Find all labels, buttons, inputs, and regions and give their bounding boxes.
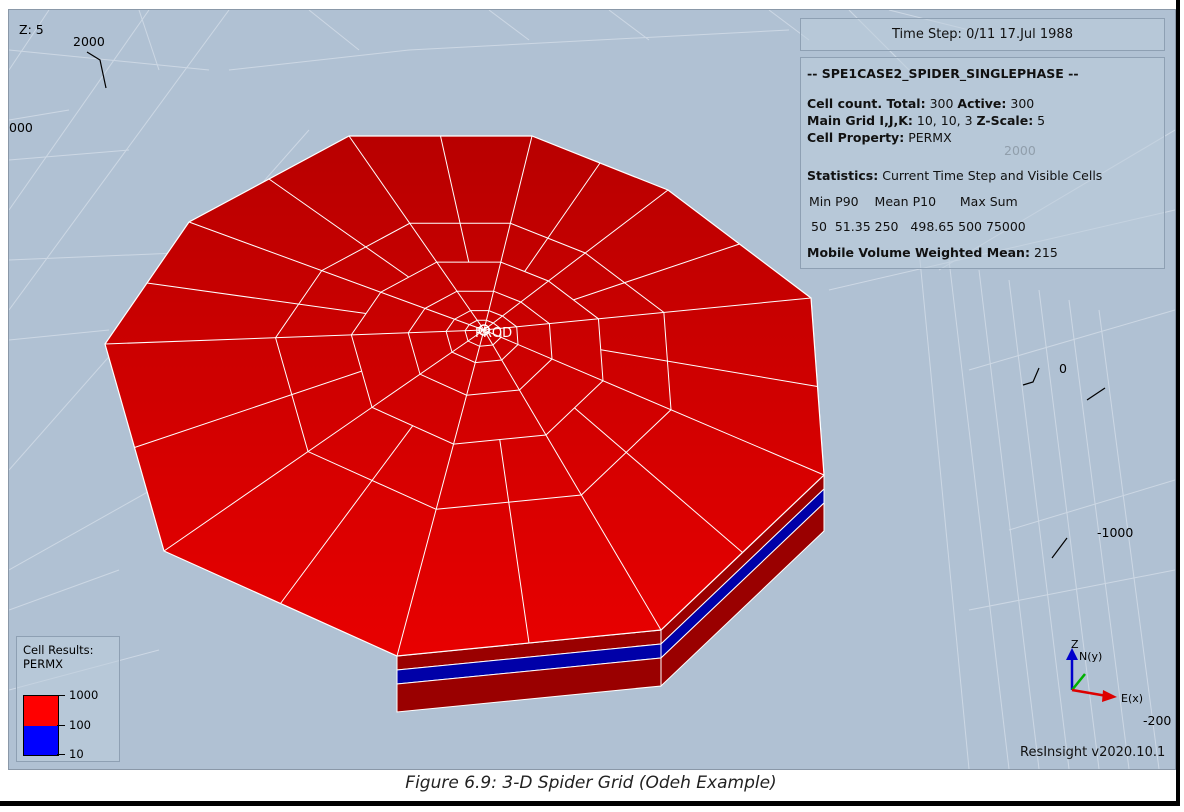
grid-line: [978, 269, 1040, 769]
grid-line: [1008, 479, 1175, 531]
axis-label: 000: [9, 120, 33, 135]
z-scale-indicator: Z: 5: [19, 22, 44, 37]
color-legend[interactable]: Cell Results: PERMX 1000 100 10: [16, 636, 120, 762]
grid-line: [1008, 279, 1070, 769]
legend-property: PERMX: [23, 657, 63, 671]
grid-line: [9, 10, 50, 71]
main-grid-line: Main Grid I,J,K: 10, 10, 3 Z-Scale: 5: [807, 113, 1046, 128]
info-panel: -- SPE1CASE2_SPIDER_SINGLEPHASE -- Cell …: [800, 57, 1165, 269]
orientation-n-label: N(y): [1079, 650, 1103, 663]
grid-line: [1038, 289, 1100, 769]
legend-label-100: 100: [69, 718, 91, 732]
cell-property-line: Cell Property: PERMX: [807, 130, 952, 145]
case-title: -- SPE1CASE2_SPIDER_SINGLEPHASE --: [807, 66, 1079, 81]
grid-line: [308, 10, 360, 51]
cell-count-line: Cell count. Total: 300 Active: 300: [807, 96, 1035, 111]
grid-line: [608, 10, 650, 41]
legend-label-10: 10: [69, 747, 84, 761]
legend-color-low: [23, 726, 59, 756]
stats-header-row: Min P90 Mean P10 Max Sum: [809, 194, 1018, 209]
orientation-z-label: Z: [1071, 638, 1079, 651]
spider-grid-model[interactable]: [104, 135, 825, 713]
stats-value-row: 50 51.35 250 498.65 500 75000: [811, 219, 1026, 234]
axis-label: -1000: [1097, 525, 1134, 540]
grid-line: [948, 259, 1010, 769]
grid-line: [138, 10, 160, 71]
version-label: ResInsight v2020.10.1: [1020, 745, 1166, 760]
3d-viewport[interactable]: Z: 5 2000 000 2000 0 -1000 -200 PROD Z N…: [8, 9, 1176, 770]
legend-tick: [57, 754, 65, 755]
well-label-prod[interactable]: PROD: [475, 326, 512, 341]
grid-line: [968, 309, 1175, 371]
orientation-e-label: E(x): [1121, 692, 1144, 705]
legend-color-high: [23, 695, 59, 727]
legend-label-1000: 1000: [69, 688, 99, 702]
grid-line: [408, 29, 790, 51]
grid-line: [488, 10, 530, 41]
axis-label: -200: [1143, 713, 1172, 728]
legend-tick: [57, 695, 65, 696]
mobile-volume-line: Mobile Volume Weighted Mean: 215: [807, 245, 1058, 260]
grid-line: [9, 479, 170, 571]
legend-title: Cell Results:: [23, 643, 94, 657]
grid-line: [968, 569, 1175, 611]
grid-line: [9, 109, 70, 121]
time-step-text: Time Step: 0/11 17.Jul 1988: [892, 27, 1073, 42]
grid-line: [9, 569, 120, 611]
figure-caption: Figure 6.9: 3-D Spider Grid (Odeh Exampl…: [405, 773, 777, 793]
time-step-box: Time Step: 0/11 17.Jul 1988: [800, 18, 1165, 51]
top-face: [104, 135, 825, 657]
axis-label: 2000: [73, 34, 105, 49]
grid-line: [918, 249, 970, 769]
grid-line: [9, 149, 130, 161]
grid-line: [9, 329, 110, 341]
statistics-line: Statistics: Current Time Step and Visibl…: [807, 168, 1103, 183]
axis-label: 0: [1059, 361, 1067, 376]
legend-tick: [57, 725, 65, 726]
grid-line: [228, 49, 410, 71]
